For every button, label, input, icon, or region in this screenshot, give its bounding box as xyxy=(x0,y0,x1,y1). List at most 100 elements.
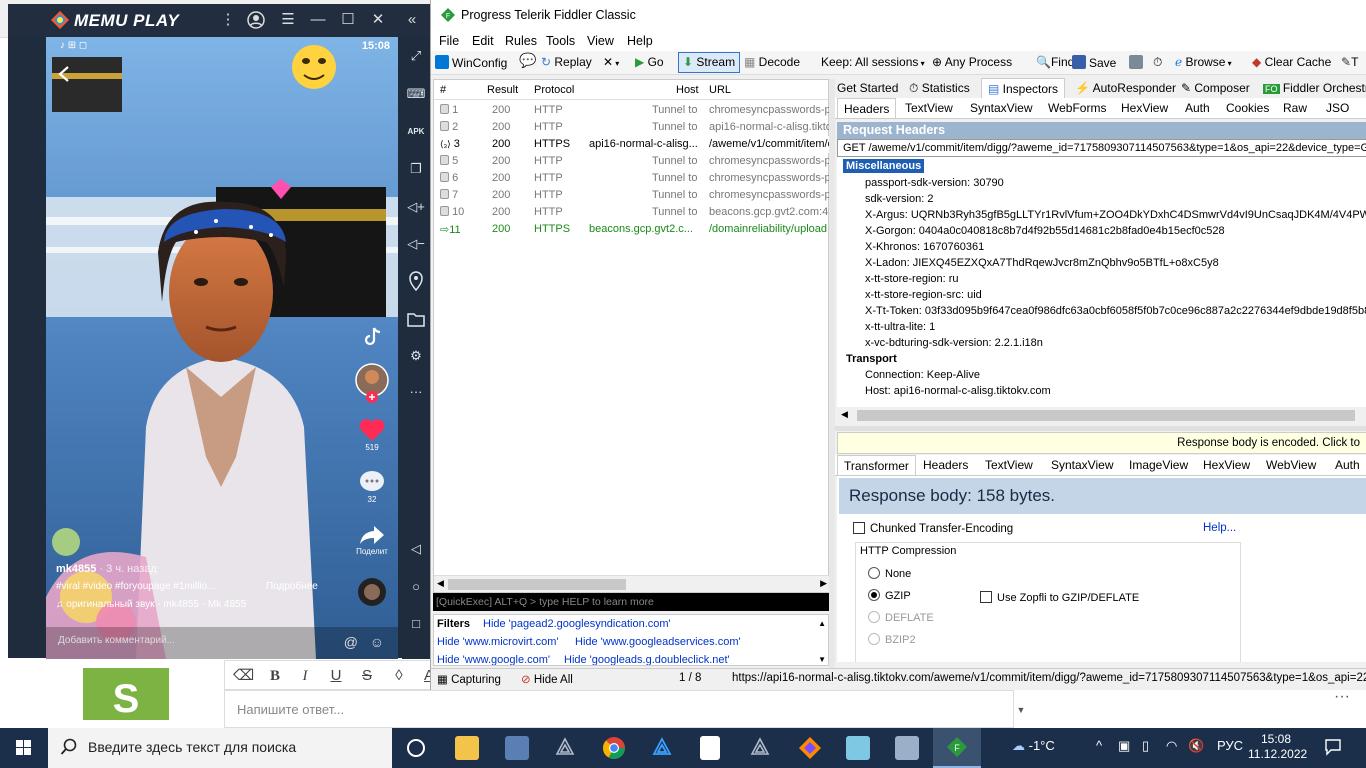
header-entry[interactable]: x-tt-store-region-src: uid xyxy=(865,289,982,301)
phone-back-arrow[interactable] xyxy=(56,65,74,83)
session-row[interactable]: ⇨11 200 HTTPS beacons.gcp.gvt2.c... /dom… xyxy=(434,221,830,238)
tab-inspectors[interactable]: ▤ Inspectors xyxy=(981,78,1066,98)
radio-circle[interactable] xyxy=(868,611,880,623)
col-protocol[interactable]: Protocol xyxy=(534,84,574,96)
bold-icon[interactable]: B xyxy=(265,666,285,686)
header-entry[interactable]: passport-sdk-version: 30790 xyxy=(865,177,1004,189)
chrome-icon[interactable] xyxy=(602,736,626,760)
decode-button[interactable]: ▦ Decode xyxy=(744,55,800,69)
req-tab-webforms[interactable]: WebForms xyxy=(1048,101,1106,115)
strikethrough-icon[interactable]: S xyxy=(357,666,377,686)
header-entry[interactable]: Connection: Keep-Alive xyxy=(865,369,980,381)
scroll-right-arrow[interactable]: ▶ xyxy=(820,578,827,589)
winconfig-button[interactable]: WinConfig xyxy=(435,55,507,70)
req-tab-syntaxview[interactable]: SyntaxView xyxy=(970,101,1032,115)
app-knot-icon[interactable] xyxy=(553,736,577,760)
replay-button[interactable]: ↻ Replay xyxy=(541,55,592,69)
request-line[interactable]: GET /aweme/v1/commit/item/digg/?aweme_id… xyxy=(837,139,1366,157)
textwizard-button[interactable]: ✎T xyxy=(1341,55,1358,69)
col-url[interactable]: URL xyxy=(709,84,731,96)
tab-fiddler-orchestra[interactable]: FO Fiddler Orchestra xyxy=(1263,81,1366,95)
add-comment-field[interactable]: Добавить комментарий... @ ☺ xyxy=(46,627,398,659)
notifications-icon[interactable] xyxy=(1324,738,1342,756)
checkbox-box[interactable] xyxy=(980,591,992,603)
req-tab-json[interactable]: JSO xyxy=(1326,101,1349,115)
volume-up-icon[interactable]: ◁+ xyxy=(406,197,426,217)
header-entry[interactable]: sdk-version: 2 xyxy=(865,193,933,205)
weather-widget[interactable]: ☁ -1°C xyxy=(1012,738,1055,754)
session-row[interactable]: 5 200 HTTP Tunnel to chromesyncpasswords… xyxy=(434,153,830,170)
resp-tab-auth[interactable]: Auth xyxy=(1335,458,1360,472)
video-hashtags[interactable]: #viral #video #foryoupage #1millio... xyxy=(56,581,216,592)
hide-filter-link[interactable]: Hide 'pagead2.googlesyndication.com' xyxy=(483,618,671,630)
session-row[interactable]: 1 200 HTTP Tunnel to chromesyncpasswords… xyxy=(434,102,830,119)
header-entry[interactable]: X-Khronos: 1670760361 xyxy=(865,241,984,253)
header-entry[interactable]: X-Ladon: JIEXQ45EZXQxA7ThdRqewJvcr8mZnQb… xyxy=(865,257,1219,269)
document-icon[interactable] xyxy=(700,736,720,760)
tab-autoresponder[interactable]: ⚡ AutoResponder xyxy=(1075,81,1176,95)
capturing-toggle[interactable]: ▦ Capturing xyxy=(437,672,501,686)
network-icon[interactable]: ◠ xyxy=(1166,738,1177,754)
fiddler-taskbar-button[interactable]: F xyxy=(933,728,981,768)
hide-filter-link[interactable]: Hide 'www.google.com' xyxy=(437,654,550,665)
italic-icon[interactable]: I xyxy=(295,666,315,686)
image-viewer-icon[interactable] xyxy=(895,736,919,760)
android-screen[interactable]: ♪ ⊞ ◻ 15:08 519 32 Поделит mk4855 · 3 ч.… xyxy=(46,37,398,659)
req-tab-cookies[interactable]: Cookies xyxy=(1226,101,1269,115)
menu-file[interactable]: File xyxy=(439,34,459,48)
request-headers-tree[interactable]: Miscellaneous passport-sdk-version: 3079… xyxy=(837,157,1366,407)
screenshot-icon[interactable] xyxy=(1129,55,1146,70)
hide-filter-link[interactable]: Hide 'googleads.g.doubleclick.net' xyxy=(564,654,730,665)
resp-tab-transformer[interactable]: Transformer xyxy=(837,455,916,475)
remove-sessions-button[interactable]: ✕ ▾ xyxy=(603,55,619,69)
menu-edit[interactable]: Edit xyxy=(472,34,494,48)
session-row[interactable]: 2 200 HTTP Tunnel to api16-normal-c-alis… xyxy=(434,119,830,136)
filters-scroll-down[interactable]: ▼ xyxy=(818,655,826,664)
go-button[interactable]: ▶ Go xyxy=(635,55,664,69)
session-row-selected[interactable]: ⟨₃⟩ 3 200 HTTPS api16-normal-c-alisg... … xyxy=(434,136,830,153)
creator-avatar[interactable] xyxy=(354,363,390,405)
browse-button[interactable]: ℯ Browse ▾ xyxy=(1175,55,1232,69)
response-encoded-warning[interactable]: Response body is encoded. Click to xyxy=(837,432,1366,454)
android-home-icon[interactable]: ○ xyxy=(406,577,426,597)
process-filter[interactable]: ⊘ Hide All xyxy=(521,672,573,686)
zopfli-checkbox[interactable]: Use Zopfli to GZIP/DEFLATE xyxy=(980,591,1139,604)
apk-icon[interactable]: APK xyxy=(406,122,426,142)
tab-statistics[interactable]: ⏱ Statistics xyxy=(909,81,970,96)
misc-group-label[interactable]: Miscellaneous xyxy=(843,159,925,173)
header-entry[interactable]: X-Tt-Token: 03f33d095b9f647cea0f986dfc63… xyxy=(865,305,1366,317)
video-author-name[interactable]: mk4855 xyxy=(56,563,96,575)
col-host[interactable]: Host xyxy=(676,84,699,96)
like-button[interactable]: 519 xyxy=(354,417,390,452)
file-explorer-icon[interactable] xyxy=(455,736,479,760)
mention-icon[interactable]: @ xyxy=(344,634,358,650)
minimize-button[interactable]: — xyxy=(306,10,330,30)
task-view-icon[interactable] xyxy=(404,736,428,760)
resp-tab-imageview[interactable]: ImageView xyxy=(1129,458,1188,472)
session-row[interactable]: 7 200 HTTP Tunnel to chromesyncpasswords… xyxy=(434,187,830,204)
tab-get-started[interactable]: Get Started xyxy=(837,81,898,95)
taskbar-search-box[interactable]: Введите здесь текст для поиска xyxy=(48,728,392,768)
android-recents-icon[interactable]: □ xyxy=(406,614,426,634)
tab-composer[interactable]: ✎ Composer xyxy=(1181,81,1250,95)
header-entry[interactable]: x-tt-ultra-lite: 1 xyxy=(865,321,935,333)
resp-tab-textview[interactable]: TextView xyxy=(985,458,1033,472)
req-tab-headers[interactable]: Headers xyxy=(837,98,897,118)
sessions-horizontal-scrollbar[interactable]: ◀ ▶ xyxy=(434,575,830,592)
fullscreen-icon[interactable]: ⤢ xyxy=(406,46,426,66)
input-language[interactable]: РУС xyxy=(1217,738,1243,753)
radio-none[interactable]: None xyxy=(868,567,911,580)
menu-view[interactable]: View xyxy=(587,34,614,48)
col-result[interactable]: Result xyxy=(487,84,518,96)
notepad-icon[interactable] xyxy=(846,736,870,760)
more-icon[interactable]: ··· xyxy=(406,382,426,402)
underline-icon[interactable]: U xyxy=(326,666,346,686)
android-back-icon[interactable]: ◁ xyxy=(406,539,426,559)
hide-filter-link[interactable]: Hide 'www.googleadservices.com' xyxy=(575,636,741,648)
col-number[interactable]: # xyxy=(440,84,446,96)
timer-icon[interactable]: ⏱ xyxy=(1153,55,1162,70)
sound-disc-icon[interactable] xyxy=(354,577,390,607)
save-button[interactable]: Save xyxy=(1072,55,1116,70)
req-tab-hexview[interactable]: HexView xyxy=(1121,101,1168,115)
web-sessions-list[interactable]: # Result Protocol Host URL 1 200 HTTP Tu… xyxy=(433,79,830,593)
